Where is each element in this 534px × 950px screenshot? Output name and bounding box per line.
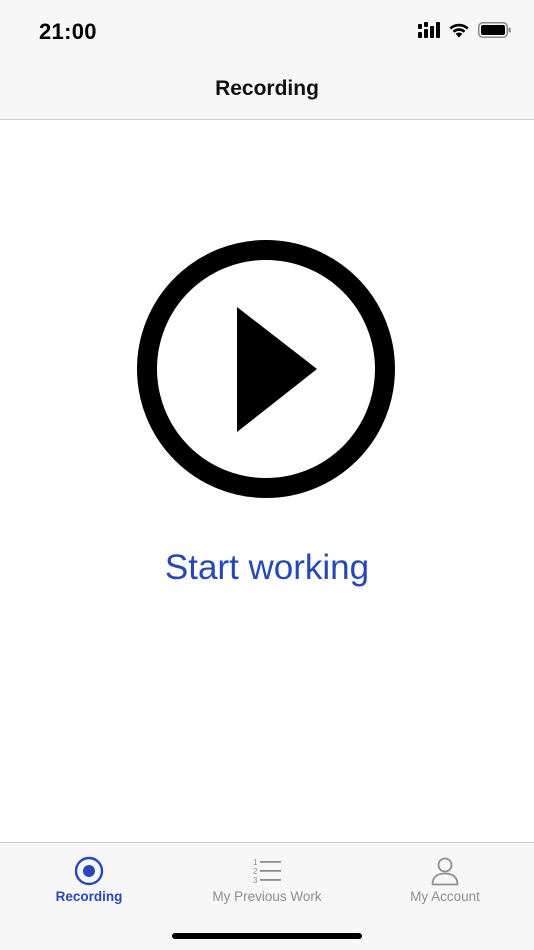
tab-my-account-label: My Account [410,889,480,904]
play-circle-icon [137,240,395,498]
tab-my-account[interactable]: My Account [356,843,534,913]
tab-my-previous-work-label: My Previous Work [212,889,322,904]
tab-recording-label: Recording [55,889,123,904]
tab-my-previous-work[interactable]: 1 2 3 My Previous Work [178,843,356,913]
navigation-bar: Recording [0,62,534,120]
battery-icon [478,21,512,43]
record-icon [73,855,105,887]
svg-text:3: 3 [253,876,258,885]
wifi-icon [448,22,470,43]
person-icon [429,855,461,887]
status-time: 21:00 [39,19,97,44]
cellular-signal-icon [418,21,440,43]
status-icons [418,21,512,43]
start-working-link[interactable]: Start working [0,548,534,588]
page-title: Recording [215,77,319,100]
status-bar: 21:00 [0,0,534,62]
recording-screen: 21:00 Recording Start working Recording … [0,0,534,950]
svg-text:1: 1 [253,858,258,867]
home-indicator[interactable] [172,933,362,939]
svg-text:2: 2 [253,867,258,876]
numbered-list-icon: 1 2 3 [251,855,283,887]
tab-recording[interactable]: Recording [0,843,178,913]
start-recording-button[interactable] [136,239,396,499]
